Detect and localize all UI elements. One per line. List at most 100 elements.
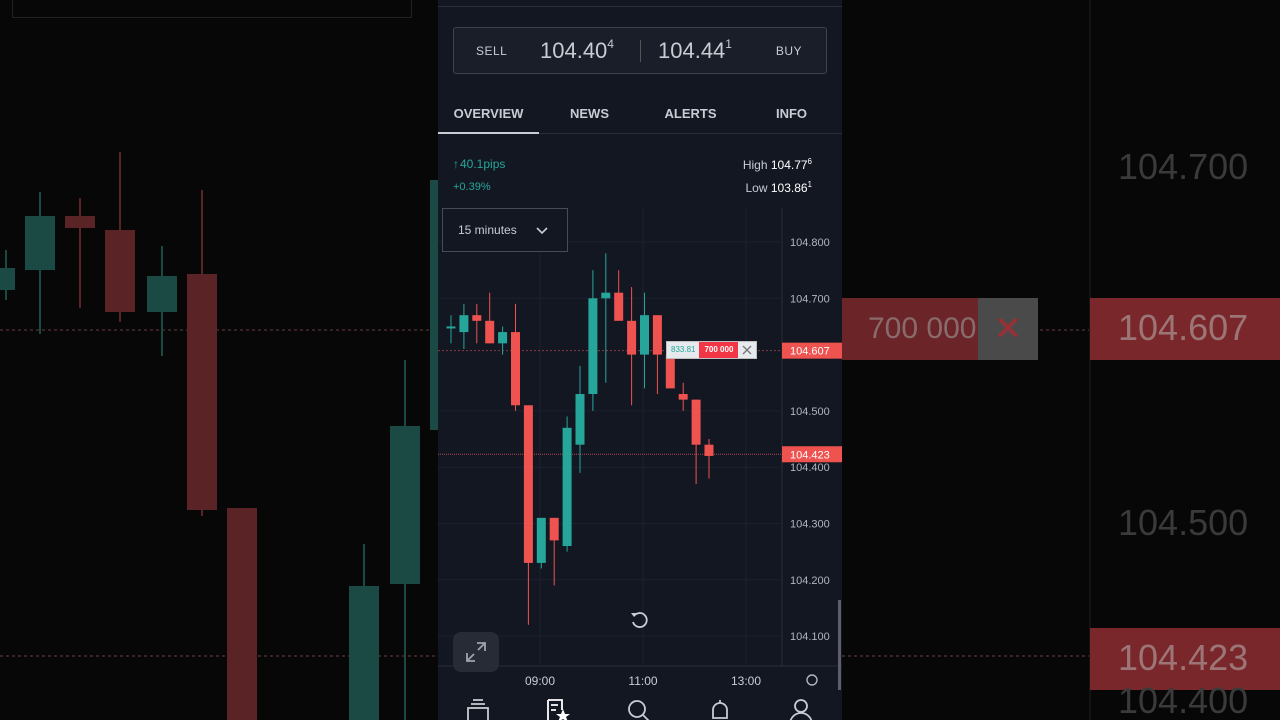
timeframe-dropdown[interactable]: 15 minutes	[442, 208, 568, 252]
y-tick-label: 104.300	[790, 519, 830, 531]
sell-price-main: 104.40	[540, 38, 608, 63]
low-value: 103.86	[770, 181, 808, 195]
sell-price-pip: 4	[607, 36, 614, 51]
reset-icon[interactable]	[627, 608, 651, 632]
tab-alerts[interactable]: ALERTS	[640, 106, 741, 121]
chevron-down-icon	[536, 227, 548, 235]
x-tick-label: 09:00	[525, 674, 555, 688]
y-tick-label: 104.500	[790, 406, 830, 418]
price-tag-label: 104.607	[790, 346, 830, 358]
close-order-button[interactable]	[738, 342, 757, 358]
timeframe-label: 15 minutes	[458, 223, 517, 237]
bottom-nav	[438, 690, 842, 720]
buy-price-pip: 1	[725, 36, 732, 51]
low-pip: 1	[807, 180, 812, 189]
candle-body	[498, 332, 508, 344]
fullscreen-button[interactable]	[453, 632, 499, 672]
background-candle-body	[25, 216, 55, 270]
scrollbar[interactable]	[838, 600, 841, 690]
background-candle-body	[349, 586, 379, 720]
buy-price-main: 104.44	[658, 38, 726, 63]
candle-body	[511, 332, 520, 406]
background-order-qty: 700 000	[842, 298, 978, 360]
candle-body	[472, 315, 482, 321]
y-tick-label: 104.400	[790, 462, 830, 474]
price-tag-label: 104.423	[790, 449, 830, 461]
candle-body	[665, 354, 675, 389]
candle-body	[446, 326, 456, 329]
high-stat: High 104.776	[743, 157, 812, 172]
screen: 700 000 ✕ 104.700 104.607 104.500 104.42…	[0, 0, 1280, 720]
order-line-tag[interactable]: 833.81 700 000	[666, 341, 758, 359]
candle-body	[691, 399, 701, 445]
sell-button[interactable]: SELL	[476, 44, 507, 58]
background-candle-body	[227, 508, 257, 720]
buy-button[interactable]: BUY	[776, 44, 802, 58]
buy-price[interactable]: 104.441	[658, 36, 732, 64]
background-candle-body	[65, 216, 95, 228]
candle-body	[523, 405, 533, 563]
candle-body	[601, 292, 611, 299]
candle-body	[562, 427, 572, 547]
watchlist-icon[interactable]	[545, 698, 571, 720]
x-tick-label: 13:00	[731, 674, 761, 688]
y-tick-label: 104.100	[790, 631, 830, 643]
price-change-percent: +0.39%	[453, 181, 491, 193]
background-candle-body	[390, 426, 420, 584]
high-label: High	[742, 158, 768, 172]
search-icon[interactable]	[626, 698, 652, 720]
bell-icon[interactable]	[707, 698, 733, 720]
background-candle-body	[147, 276, 177, 312]
background-candle-body	[430, 180, 438, 430]
candle-body	[459, 315, 469, 333]
tab-info[interactable]: INFO	[741, 106, 842, 121]
background-left	[0, 0, 438, 720]
candle-body	[485, 320, 495, 344]
background-candle-body	[0, 268, 15, 290]
background-candle-body	[187, 274, 217, 510]
y-tick-label: 104.200	[790, 575, 830, 587]
x-tick-label: 11:00	[628, 674, 657, 688]
candle-body	[549, 517, 559, 541]
background-price-tag: 104.607	[1090, 298, 1280, 360]
profile-icon[interactable]	[788, 698, 814, 720]
candle-body	[652, 315, 662, 355]
divider	[438, 6, 842, 7]
candle-body	[575, 394, 585, 445]
candle-body	[678, 394, 688, 400]
background-candle-body	[105, 230, 135, 312]
trade-panel: SELL 104.404 104.441 BUY	[453, 27, 827, 74]
background-price-label: 104.500	[1118, 502, 1249, 543]
divider	[640, 40, 641, 62]
expand-icon	[466, 642, 486, 662]
candle-body	[704, 444, 714, 456]
background-right: 700 000 ✕ 104.700 104.607 104.500 104.42…	[842, 0, 1280, 720]
background-close-icon: ✕	[978, 298, 1038, 360]
order-quantity: 700 000	[699, 342, 739, 358]
price-change: ↑40.1pips	[453, 157, 505, 171]
high-pip: 6	[807, 157, 812, 166]
close-icon	[742, 345, 752, 355]
background-price-label: 104.700	[1118, 146, 1249, 187]
order-price: 833.81	[667, 342, 700, 358]
tab-overview[interactable]: OVERVIEW	[438, 106, 539, 121]
background-chart-left	[0, 152, 438, 720]
phone-screen: SELL 104.404 104.441 BUY OVERVIEW NEWS A…	[438, 0, 842, 720]
low-label: Low	[745, 181, 768, 195]
y-tick-label: 104.800	[790, 237, 830, 249]
low-stat: Low 103.861	[745, 180, 812, 195]
arrow-up-icon: ↑	[453, 157, 459, 171]
candle-body	[588, 298, 598, 395]
high-value: 104.77	[770, 158, 808, 172]
tab-news[interactable]: NEWS	[539, 106, 640, 121]
candle-body	[640, 315, 649, 355]
sell-price[interactable]: 104.404	[540, 36, 614, 64]
tab-bar: OVERVIEW NEWS ALERTS INFO	[438, 96, 842, 134]
candle-body	[536, 517, 546, 563]
y-tick-label: 104.700	[790, 293, 830, 305]
candle-body	[614, 292, 624, 321]
wallet-icon[interactable]	[465, 698, 491, 720]
candle-body	[627, 320, 637, 355]
background-price-label: 104.400	[1118, 680, 1249, 720]
price-change-pips: 40.1pips	[460, 157, 506, 171]
